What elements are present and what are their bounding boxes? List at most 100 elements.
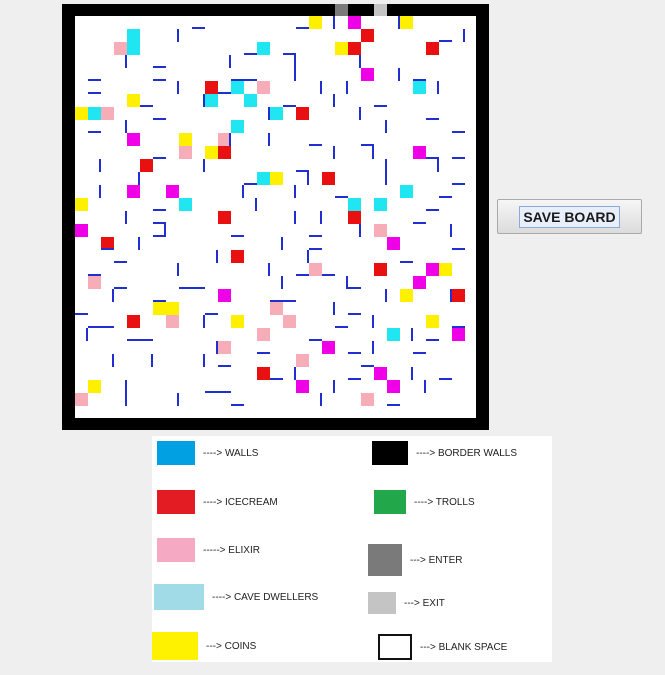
wall-segment[interactable] <box>307 250 309 263</box>
wall-segment[interactable] <box>270 378 283 380</box>
cave_dwellers-tile[interactable] <box>88 107 101 120</box>
wall-segment[interactable] <box>203 159 205 172</box>
elixir-tile[interactable] <box>166 315 179 328</box>
wall-segment[interactable] <box>309 248 322 250</box>
wall-segment[interactable] <box>294 68 296 81</box>
wall-segment[interactable] <box>372 341 374 354</box>
wall-segment[interactable] <box>125 380 127 393</box>
coins-tile[interactable] <box>400 16 413 29</box>
wall-segment[interactable] <box>218 391 231 393</box>
wall-segment[interactable] <box>439 40 452 42</box>
icecream-tile[interactable] <box>218 211 231 224</box>
elixir-tile[interactable] <box>257 328 270 341</box>
enter-gate[interactable] <box>335 4 348 16</box>
wall-segment[interactable] <box>88 92 101 94</box>
wall-segment[interactable] <box>112 354 114 367</box>
wall-segment[interactable] <box>450 289 452 302</box>
magenta-tile[interactable] <box>75 224 88 237</box>
wall-segment[interactable] <box>372 315 374 328</box>
wall-segment[interactable] <box>255 198 257 211</box>
magenta-tile[interactable] <box>374 367 387 380</box>
wall-segment[interactable] <box>283 105 296 107</box>
icecream-tile[interactable] <box>257 367 270 380</box>
wall-segment[interactable] <box>426 339 439 341</box>
wall-segment[interactable] <box>244 79 257 81</box>
wall-segment[interactable] <box>218 365 231 367</box>
magenta-tile[interactable] <box>322 341 335 354</box>
magenta-tile[interactable] <box>452 328 465 341</box>
wall-segment[interactable] <box>242 185 244 198</box>
wall-segment[interactable] <box>231 79 244 81</box>
wall-segment[interactable] <box>177 263 179 276</box>
coins-tile[interactable] <box>88 380 101 393</box>
icecream-tile[interactable] <box>426 42 439 55</box>
wall-segment[interactable] <box>309 339 322 341</box>
wall-segment[interactable] <box>296 274 309 276</box>
wall-segment[interactable] <box>177 29 179 42</box>
wall-segment[interactable] <box>270 300 283 302</box>
wall-segment[interactable] <box>411 367 413 380</box>
wall-segment[interactable] <box>348 313 361 315</box>
cave_dwellers-tile[interactable] <box>205 94 218 107</box>
icecream-tile[interactable] <box>231 250 244 263</box>
coins-tile[interactable] <box>166 302 179 315</box>
wall-segment[interactable] <box>294 55 296 68</box>
coins-tile[interactable] <box>270 172 283 185</box>
magenta-tile[interactable] <box>218 289 231 302</box>
wall-segment[interactable] <box>231 235 244 237</box>
wall-segment[interactable] <box>374 105 387 107</box>
wall-segment[interactable] <box>153 118 166 120</box>
wall-segment[interactable] <box>411 328 413 341</box>
magenta-tile[interactable] <box>426 263 439 276</box>
wall-segment[interactable] <box>112 289 114 302</box>
wall-segment[interactable] <box>359 55 361 68</box>
wall-segment[interactable] <box>229 55 231 68</box>
wall-segment[interactable] <box>281 237 283 250</box>
wall-segment[interactable] <box>257 352 270 354</box>
wall-segment[interactable] <box>127 339 140 341</box>
wall-segment[interactable] <box>281 276 283 289</box>
icecream-tile[interactable] <box>348 211 361 224</box>
wall-segment[interactable] <box>138 172 140 185</box>
wall-segment[interactable] <box>398 68 400 81</box>
cave_dwellers-tile[interactable] <box>257 42 270 55</box>
elixir-tile[interactable] <box>114 42 127 55</box>
magenta-tile[interactable] <box>296 380 309 393</box>
wall-segment[interactable] <box>203 94 205 107</box>
game-board[interactable] <box>62 4 489 430</box>
wall-segment[interactable] <box>413 352 426 354</box>
wall-segment[interactable] <box>177 81 179 94</box>
wall-segment[interactable] <box>333 94 335 107</box>
magenta-tile[interactable] <box>413 276 426 289</box>
wall-segment[interactable] <box>398 16 400 29</box>
wall-segment[interactable] <box>359 107 361 120</box>
wall-segment[interactable] <box>101 326 114 328</box>
wall-segment[interactable] <box>218 92 231 94</box>
wall-segment[interactable] <box>309 235 322 237</box>
wall-segment[interactable] <box>229 133 231 146</box>
cave_dwellers-tile[interactable] <box>127 29 140 42</box>
wall-segment[interactable] <box>385 159 387 172</box>
wall-segment[interactable] <box>179 287 192 289</box>
wall-segment[interactable] <box>75 313 88 315</box>
elixir-tile[interactable] <box>374 224 387 237</box>
coins-tile[interactable] <box>231 315 244 328</box>
wall-segment[interactable] <box>216 250 218 263</box>
wall-segment[interactable] <box>333 380 335 393</box>
wall-segment[interactable] <box>244 53 257 55</box>
icecream-tile[interactable] <box>374 263 387 276</box>
wall-segment[interactable] <box>205 313 218 315</box>
icecream-tile[interactable] <box>218 146 231 159</box>
wall-segment[interactable] <box>426 118 439 120</box>
wall-segment[interactable] <box>153 300 166 302</box>
wall-segment[interactable] <box>151 354 153 367</box>
wall-segment[interactable] <box>452 326 465 328</box>
elixir-tile[interactable] <box>88 276 101 289</box>
wall-segment[interactable] <box>387 404 400 406</box>
wall-segment[interactable] <box>452 248 465 250</box>
wall-segment[interactable] <box>203 315 205 328</box>
wall-segment[interactable] <box>437 159 439 172</box>
wall-segment[interactable] <box>88 131 101 133</box>
icecream-tile[interactable] <box>205 81 218 94</box>
wall-segment[interactable] <box>88 274 101 276</box>
